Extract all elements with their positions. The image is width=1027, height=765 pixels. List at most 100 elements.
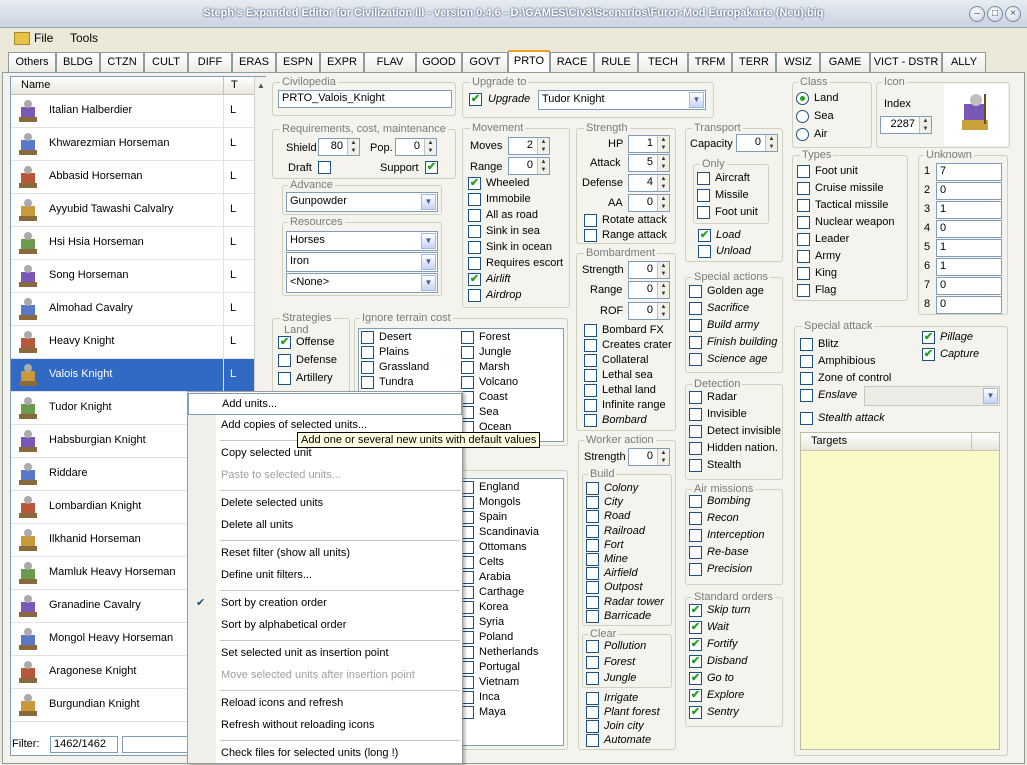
spin-icon[interactable]: ▲ ▼ <box>657 303 669 319</box>
chevron-down-icon[interactable]: ▼ <box>421 233 436 249</box>
list-item[interactable]: Italian Halberdier L <box>11 95 254 128</box>
attack-stepper[interactable]: 5 ▲ ▼ <box>628 154 670 172</box>
worker-other-checkbox[interactable] <box>586 692 599 705</box>
bombard-range-stepper[interactable]: 0 ▲ ▼ <box>628 281 670 299</box>
list-item[interactable]: Abbasid Horseman L <box>11 161 254 194</box>
special-action-checkbox[interactable] <box>689 285 702 298</box>
bombard-flag-checkbox[interactable] <box>584 414 597 427</box>
ignore-terrain-checkbox[interactable] <box>361 376 374 389</box>
movement-flag-checkbox[interactable]: ✔ <box>468 177 481 190</box>
spin-icon[interactable]: ▲ ▼ <box>424 139 436 155</box>
build-checkbox[interactable] <box>586 567 599 581</box>
type-checkbox[interactable] <box>797 199 810 212</box>
tab-flav[interactable]: FLAV <box>364 52 416 72</box>
context-menu-item[interactable]: Set selected unit as insertion point <box>188 643 462 665</box>
ignore-terrain-checkbox[interactable] <box>461 346 474 359</box>
order-checkbox[interactable]: ✔ <box>689 655 702 668</box>
context-menu-item[interactable]: Define unit filters... <box>188 565 462 587</box>
type-checkbox[interactable] <box>797 182 810 195</box>
pillage-checkbox[interactable]: ✔ <box>922 331 935 344</box>
unknown-value-field[interactable]: 1 <box>936 258 1002 276</box>
build-checkbox[interactable] <box>586 496 599 510</box>
build-checkbox[interactable] <box>586 581 599 595</box>
tab-ally[interactable]: ALLY <box>942 52 986 72</box>
tab-eras[interactable]: ERAS <box>232 52 276 72</box>
unknown-value-field[interactable]: 0 <box>936 182 1002 200</box>
movement-flag-checkbox[interactable] <box>468 241 481 254</box>
context-menu-item[interactable]: Sort by alphabetical order <box>188 615 462 637</box>
spin-icon[interactable]: ▲ ▼ <box>657 449 669 465</box>
rof-stepper[interactable]: 0 ▲ ▼ <box>628 302 670 320</box>
tab-cult[interactable]: CULT <box>144 52 188 72</box>
hp-stepper[interactable]: 1 ▲ ▼ <box>628 135 670 153</box>
menu-file[interactable]: File <box>34 31 53 47</box>
air-mission-checkbox[interactable] <box>689 495 702 508</box>
load-checkbox[interactable]: ✔ <box>698 229 711 242</box>
upgrade-checkbox[interactable]: ✔ <box>469 93 482 106</box>
bombard-flag-checkbox[interactable] <box>584 339 597 352</box>
order-checkbox[interactable]: ✔ <box>689 672 702 685</box>
context-menu-item[interactable]: Delete selected units <box>188 493 462 515</box>
spin-icon[interactable]: ▲ ▼ <box>657 155 669 171</box>
tab-trfm[interactable]: TRFM <box>688 52 732 72</box>
advance-dropdown[interactable]: Gunpowder ▼ <box>286 192 438 212</box>
clear-checkbox[interactable] <box>586 640 599 653</box>
special-action-checkbox[interactable] <box>689 353 702 366</box>
order-checkbox[interactable]: ✔ <box>689 706 702 719</box>
spin-icon[interactable]: ▲ ▼ <box>537 138 549 154</box>
bombard-flag-checkbox[interactable] <box>584 384 597 397</box>
bombard-flag-checkbox[interactable] <box>584 399 597 412</box>
air-mission-checkbox[interactable] <box>689 563 702 576</box>
context-menu-item[interactable]: Delete all units <box>188 515 462 537</box>
rotate-attack-checkbox[interactable] <box>584 214 597 227</box>
list-item[interactable]: Hsi Hsia Horseman L <box>11 227 254 260</box>
air-mission-checkbox[interactable] <box>689 512 702 525</box>
blitz-checkbox[interactable] <box>800 338 813 351</box>
spin-icon[interactable]: ▲ ▼ <box>657 136 669 152</box>
close-button[interactable]: × <box>1005 6 1021 22</box>
tab-govt[interactable]: GOVT <box>462 52 508 72</box>
clear-checkbox[interactable] <box>586 672 599 685</box>
aa-stepper[interactable]: 0 ▲ ▼ <box>628 194 670 212</box>
support-checkbox[interactable]: ✔ <box>425 161 438 174</box>
build-checkbox[interactable] <box>586 510 599 524</box>
unknown-value-field[interactable]: 0 <box>936 296 1002 314</box>
context-menu-item[interactable]: Refresh without reloading icons <box>188 715 462 737</box>
targets-list[interactable]: Targets <box>800 432 1000 750</box>
minimize-button[interactable]: – <box>969 6 985 22</box>
civilopedia-input[interactable]: PRTO_Valois_Knight <box>278 90 452 108</box>
upgrade-dropdown[interactable]: Tudor Knight ▼ <box>538 90 706 110</box>
pop-stepper[interactable]: 0 ▲ ▼ <box>395 138 437 156</box>
unknown-value-field[interactable]: 1 <box>936 201 1002 219</box>
movement-flag-checkbox[interactable] <box>468 257 481 270</box>
class-radio[interactable] <box>796 92 809 105</box>
movement-flag-checkbox[interactable] <box>468 225 481 238</box>
list-item[interactable]: Almohad Cavalry L <box>11 293 254 326</box>
tab-tech[interactable]: TECH <box>638 52 688 72</box>
range-attack-checkbox[interactable] <box>584 229 597 242</box>
shield-stepper[interactable]: 80 ▲ ▼ <box>318 138 360 156</box>
spin-icon[interactable]: ▲ ▼ <box>537 158 549 174</box>
ignore-terrain-checkbox[interactable] <box>461 376 474 389</box>
move-range-stepper[interactable]: 0 ▲ ▼ <box>508 157 550 175</box>
list-item[interactable]: Ayyubid Tawashi Calvalry L <box>11 194 254 227</box>
zoc-checkbox[interactable] <box>800 372 813 385</box>
tab-wsiz[interactable]: WSIZ <box>776 52 820 72</box>
strategy-checkbox[interactable] <box>278 354 291 367</box>
list-item[interactable]: Heavy Knight L <box>11 326 254 359</box>
ignore-terrain-checkbox[interactable] <box>361 346 374 359</box>
resource-dropdown-2[interactable]: Iron ▼ <box>286 252 438 272</box>
build-checkbox[interactable] <box>586 595 599 609</box>
movement-flag-checkbox[interactable] <box>468 193 481 206</box>
build-checkbox[interactable] <box>586 553 599 566</box>
menu-tools[interactable]: Tools <box>70 31 98 47</box>
spin-icon[interactable]: ▲ ▼ <box>657 175 669 191</box>
tab-race[interactable]: RACE <box>550 52 594 72</box>
ignore-terrain-checkbox[interactable] <box>361 361 374 374</box>
tab-vict-dstr[interactable]: VICT - DSTR <box>870 52 942 72</box>
air-mission-checkbox[interactable] <box>689 546 702 559</box>
air-mission-checkbox[interactable] <box>689 529 702 542</box>
ignore-terrain-checkbox[interactable] <box>461 331 474 344</box>
type-checkbox[interactable] <box>797 250 810 263</box>
detection-checkbox[interactable] <box>689 442 702 455</box>
